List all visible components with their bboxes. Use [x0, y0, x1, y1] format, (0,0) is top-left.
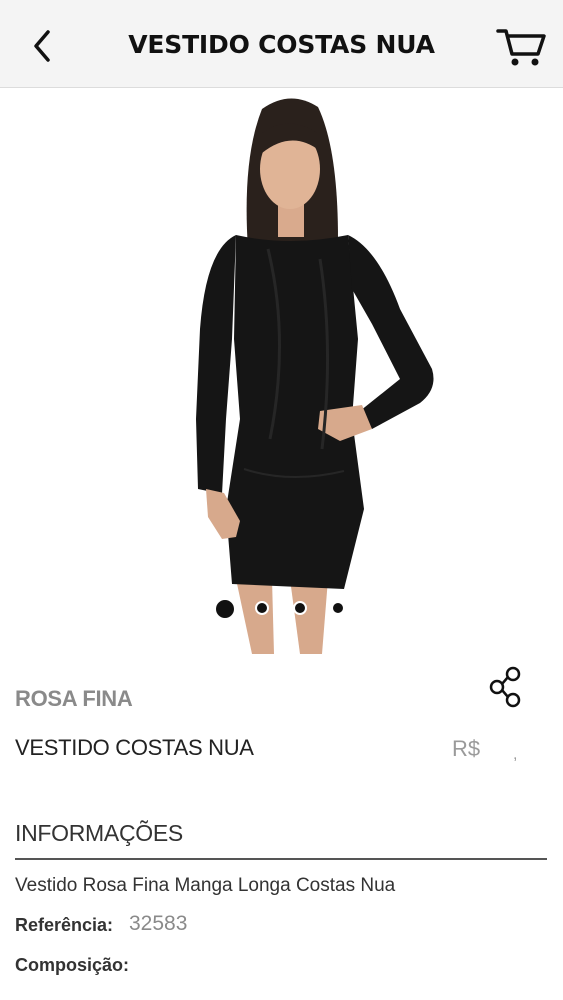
- reference-label: Referência:: [15, 915, 114, 935]
- cart-icon: [496, 29, 546, 66]
- page-title: VESTIDO COSTAS NUA: [128, 30, 435, 59]
- composition-label: Composição:: [15, 955, 130, 975]
- price-currency: R$: [452, 736, 481, 761]
- product-brand: ROSA FINA: [15, 686, 133, 711]
- cart-button[interactable]: [494, 22, 550, 70]
- share-button[interactable]: [487, 665, 527, 709]
- section-divider: [15, 858, 547, 860]
- product-description: Vestido Rosa Fina Manga Longa Costas Nua: [15, 875, 396, 896]
- product-image-carousel[interactable]: [0, 89, 563, 654]
- product-photo: [0, 89, 563, 654]
- carousel-dot-3[interactable]: [293, 601, 307, 615]
- price-separator: ,: [513, 746, 518, 763]
- top-app-bar: VESTIDO COSTAS NUA: [0, 0, 563, 88]
- product-name: VESTIDO COSTAS NUA: [15, 735, 254, 760]
- share-icon: [489, 666, 521, 708]
- carousel-dot-1[interactable]: [214, 598, 236, 620]
- carousel-dot-4[interactable]: [331, 601, 345, 615]
- info-section-heading: INFORMAÇÕES: [15, 820, 183, 846]
- carousel-pagination: [0, 598, 563, 622]
- reference-value: 32583: [129, 912, 188, 935]
- carousel-dot-2[interactable]: [255, 601, 269, 615]
